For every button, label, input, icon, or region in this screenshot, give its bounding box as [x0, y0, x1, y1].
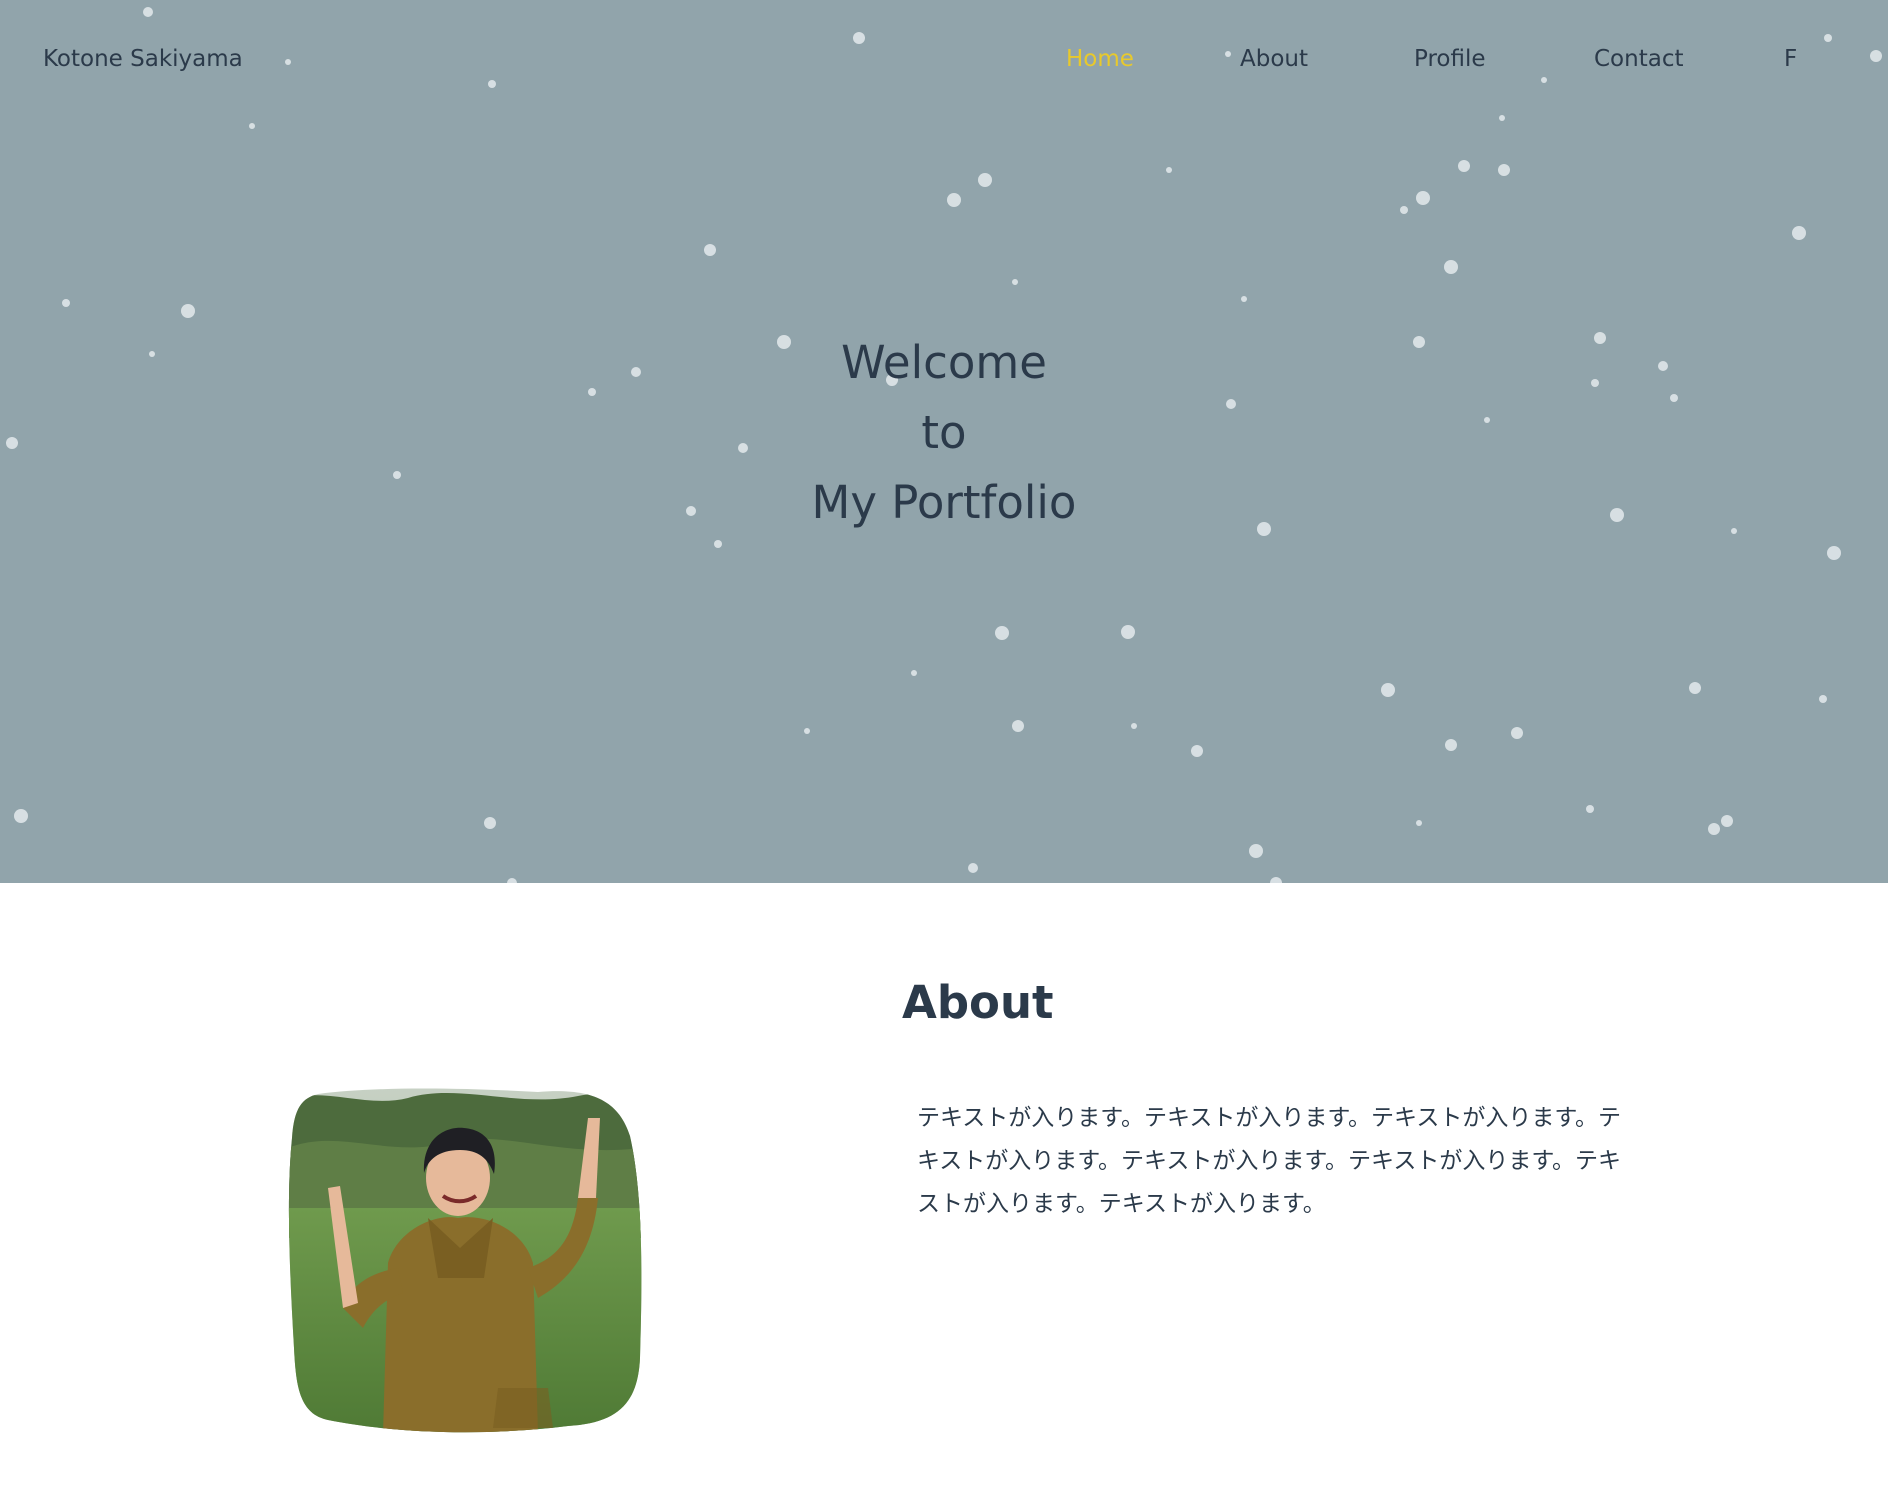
hero-line-3: My Portfolio [811, 476, 1077, 529]
nav-about[interactable]: About [1240, 46, 1308, 72]
nav-profile[interactable]: Profile [1414, 46, 1486, 72]
site-logo[interactable]: Kotone Sakiyama [43, 46, 243, 72]
hero-section: Kotone Sakiyama Home About Profile Conta… [0, 0, 1888, 883]
about-text: テキストが入ります。テキストが入ります。テキストが入ります。テキストが入ります。… [917, 1105, 1622, 1217]
hero-line-2: to [921, 406, 967, 459]
nav-home[interactable]: Home [1066, 46, 1134, 72]
hero-line-1: Welcome [841, 336, 1047, 389]
about-heading: About [902, 976, 1054, 1029]
hero-title: Welcome to My Portfolio [644, 328, 1244, 538]
nav-f[interactable]: F [1784, 46, 1797, 72]
profile-photo [288, 1088, 642, 1433]
nav-contact[interactable]: Contact [1594, 46, 1683, 72]
